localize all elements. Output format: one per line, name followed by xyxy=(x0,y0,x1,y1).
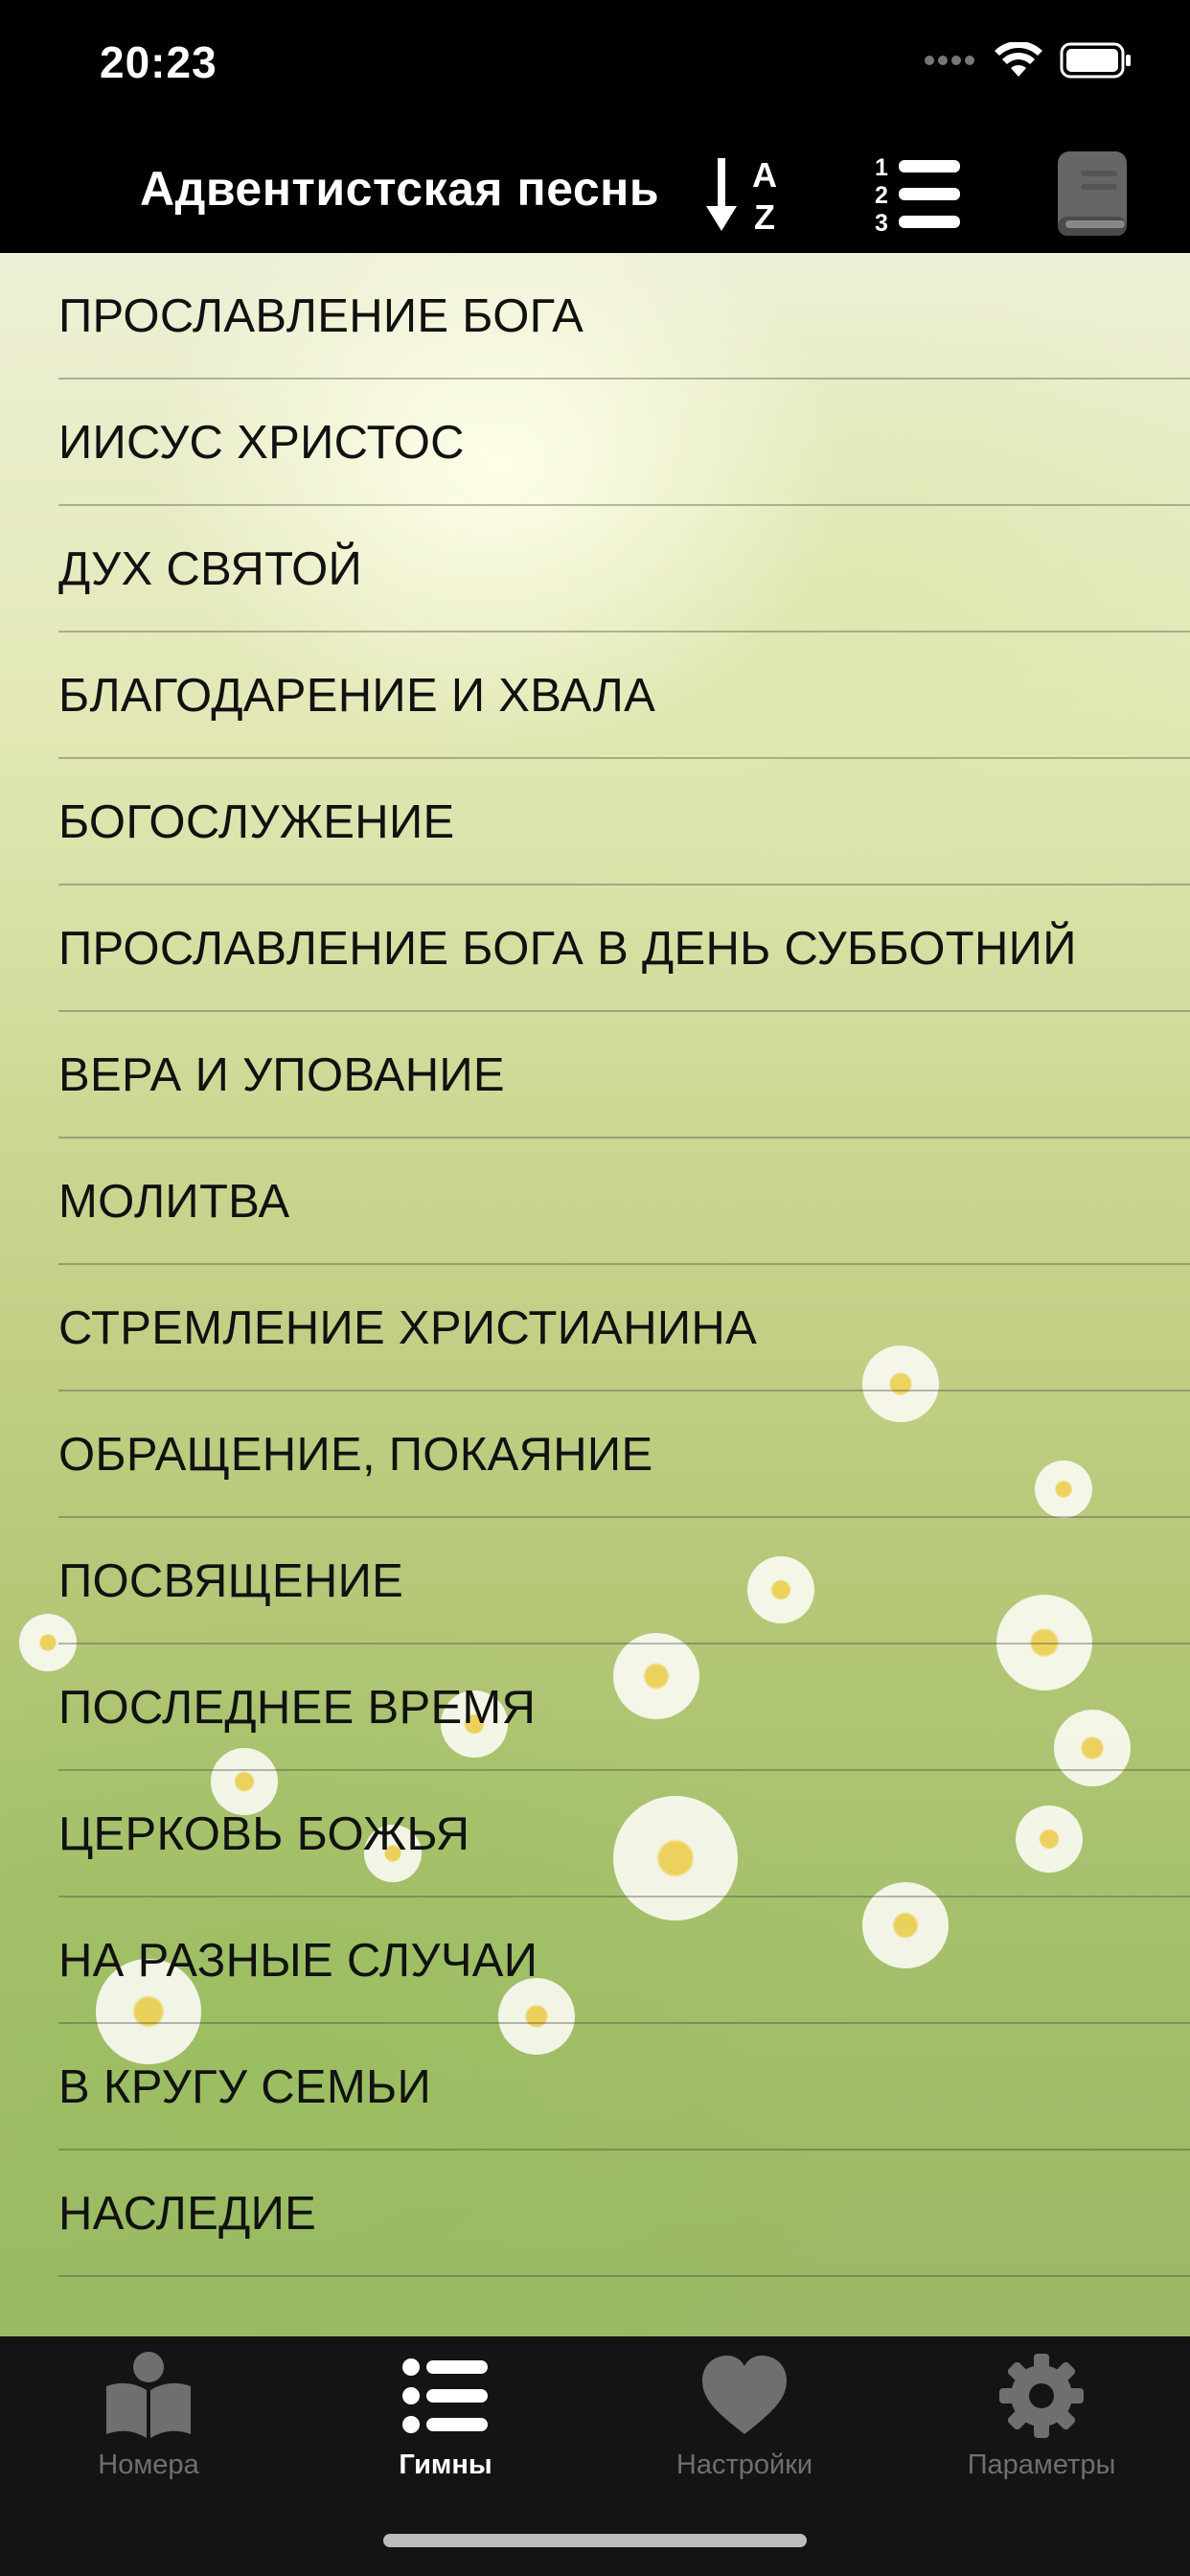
category-label: ОБРАЩЕНИЕ, ПОКАЯНИЕ xyxy=(58,1429,653,1481)
category-label: В КРУГУ СЕМЬИ xyxy=(58,2061,432,2113)
category-row[interactable]: ВЕРА И УПОВАНИЕ xyxy=(0,1012,1190,1138)
category-label: ВЕРА И УПОВАНИЕ xyxy=(58,1049,505,1101)
open-book-icon xyxy=(106,2352,191,2438)
wifi-icon xyxy=(995,42,1042,77)
category-label: ДУХ СВЯТОЙ xyxy=(58,543,363,595)
category-row[interactable]: ПРОСЛАВЛЕНИЕ БОГА xyxy=(0,253,1190,380)
category-row[interactable]: ПОСЛЕДНЕЕ ВРЕМЯ xyxy=(0,1644,1190,1771)
list-icon xyxy=(402,2358,488,2433)
navigation-bar: Адвентистская песнь A Z 1 2 3 xyxy=(0,134,1190,253)
category-row[interactable]: СТРЕМЛЕНИЕ ХРИСТИАНИНА xyxy=(0,1265,1190,1392)
category-label: МОЛИТВА xyxy=(58,1176,290,1228)
tab-numbers-label: Номера xyxy=(98,2450,199,2480)
sort-alphabetical-button[interactable]: A Z xyxy=(694,144,799,243)
category-label: ПРОСЛАВЛЕНИЕ БОГА xyxy=(58,290,584,342)
tab-bar: Номера Гимны Настройки Параметры xyxy=(0,2336,1190,2576)
list-digit-3: 3 xyxy=(875,210,888,237)
category-label: СТРЕМЛЕНИЕ ХРИСТИАНИНА xyxy=(58,1302,758,1354)
tab-hymns-label: Гимны xyxy=(399,2450,492,2480)
sort-az-letter-a: A xyxy=(752,155,777,195)
category-row[interactable]: БОГОСЛУЖЕНИЕ xyxy=(0,759,1190,886)
category-label: НАСЛЕДИЕ xyxy=(58,2188,317,2240)
category-label: ЦЕРКОВЬ БОЖЬЯ xyxy=(58,1808,470,1860)
tab-numbers[interactable]: Номера xyxy=(34,2350,263,2494)
heart-icon xyxy=(702,2356,787,2434)
category-label: ПОСВЯЩЕНИЕ xyxy=(58,1555,404,1607)
category-row[interactable]: ЦЕРКОВЬ БОЖЬЯ xyxy=(0,1771,1190,1898)
tab-parameters-label: Параметры xyxy=(967,2450,1116,2480)
book-icon xyxy=(1058,151,1127,236)
tab-settings-label: Настройки xyxy=(675,2450,813,2480)
sort-az-letter-z: Z xyxy=(754,197,775,237)
sort-numeric-button[interactable]: 1 2 3 xyxy=(860,144,975,243)
category-row[interactable]: ПОСВЯЩЕНИЕ xyxy=(0,1518,1190,1644)
category-label: НА РАЗНЫЕ СЛУЧАИ xyxy=(58,1935,538,1987)
category-row[interactable]: ДУХ СВЯТОЙ xyxy=(0,506,1190,632)
category-label: ИИСУС ХРИСТОС xyxy=(58,417,465,469)
category-label: БЛАГОДАРЕНИЕ И ХВАЛА xyxy=(58,670,656,722)
home-indicator xyxy=(383,2534,807,2547)
category-row[interactable]: ПРОСЛАВЛЕНИЕ БОГА В ДЕНЬ СУББОТНИЙ xyxy=(0,886,1190,1012)
category-row[interactable]: БЛАГОДАРЕНИЕ И ХВАЛА xyxy=(0,632,1190,759)
tab-hymns[interactable]: Гимны xyxy=(331,2350,561,2494)
battery-icon xyxy=(1060,42,1131,79)
tab-settings[interactable]: Настройки xyxy=(629,2350,859,2494)
gear-icon xyxy=(999,2354,1084,2438)
hymn-category-list-area[interactable]: ПРОСЛАВЛЕНИЕ БОГА ИИСУС ХРИСТОС ДУХ СВЯТОЙ… xyxy=(0,253,1190,2336)
status-icons xyxy=(924,42,1133,79)
sort-az-icon: A Z xyxy=(706,155,777,237)
category-label: ПРОСЛАВЛЕНИЕ БОГА В ДЕНЬ СУББОТНИЙ xyxy=(58,923,1077,975)
category-row[interactable]: ИИСУС ХРИСТОС xyxy=(0,380,1190,506)
page-title: Адвентистская песнь xyxy=(140,162,660,216)
category-row[interactable]: В КРУГУ СЕМЬИ xyxy=(0,2024,1190,2150)
category-label: ПОСЛЕДНЕЕ ВРЕМЯ xyxy=(58,1682,537,1734)
book-button[interactable] xyxy=(1044,144,1140,243)
row-separator xyxy=(58,2275,1190,2277)
list-digit-1: 1 xyxy=(875,154,888,181)
category-label: БОГОСЛУЖЕНИЕ xyxy=(58,796,455,848)
cellular-signal-icon xyxy=(925,56,974,65)
category-row[interactable]: МОЛИТВА xyxy=(0,1138,1190,1265)
category-list: ПРОСЛАВЛЕНИЕ БОГА ИИСУС ХРИСТОС ДУХ СВЯТОЙ… xyxy=(0,253,1190,2277)
list-digit-2: 2 xyxy=(875,182,888,209)
numbered-list-icon: 1 2 3 xyxy=(875,154,960,237)
category-row[interactable]: НА РАЗНЫЕ СЛУЧАИ xyxy=(0,1898,1190,2024)
status-bar: 20:23 xyxy=(0,0,1190,134)
category-row[interactable]: НАСЛЕДИЕ xyxy=(0,2150,1190,2277)
tab-parameters[interactable]: Параметры xyxy=(927,2350,1156,2494)
category-row[interactable]: ОБРАЩЕНИЕ, ПОКАЯНИЕ xyxy=(0,1392,1190,1518)
status-time: 20:23 xyxy=(100,37,217,87)
